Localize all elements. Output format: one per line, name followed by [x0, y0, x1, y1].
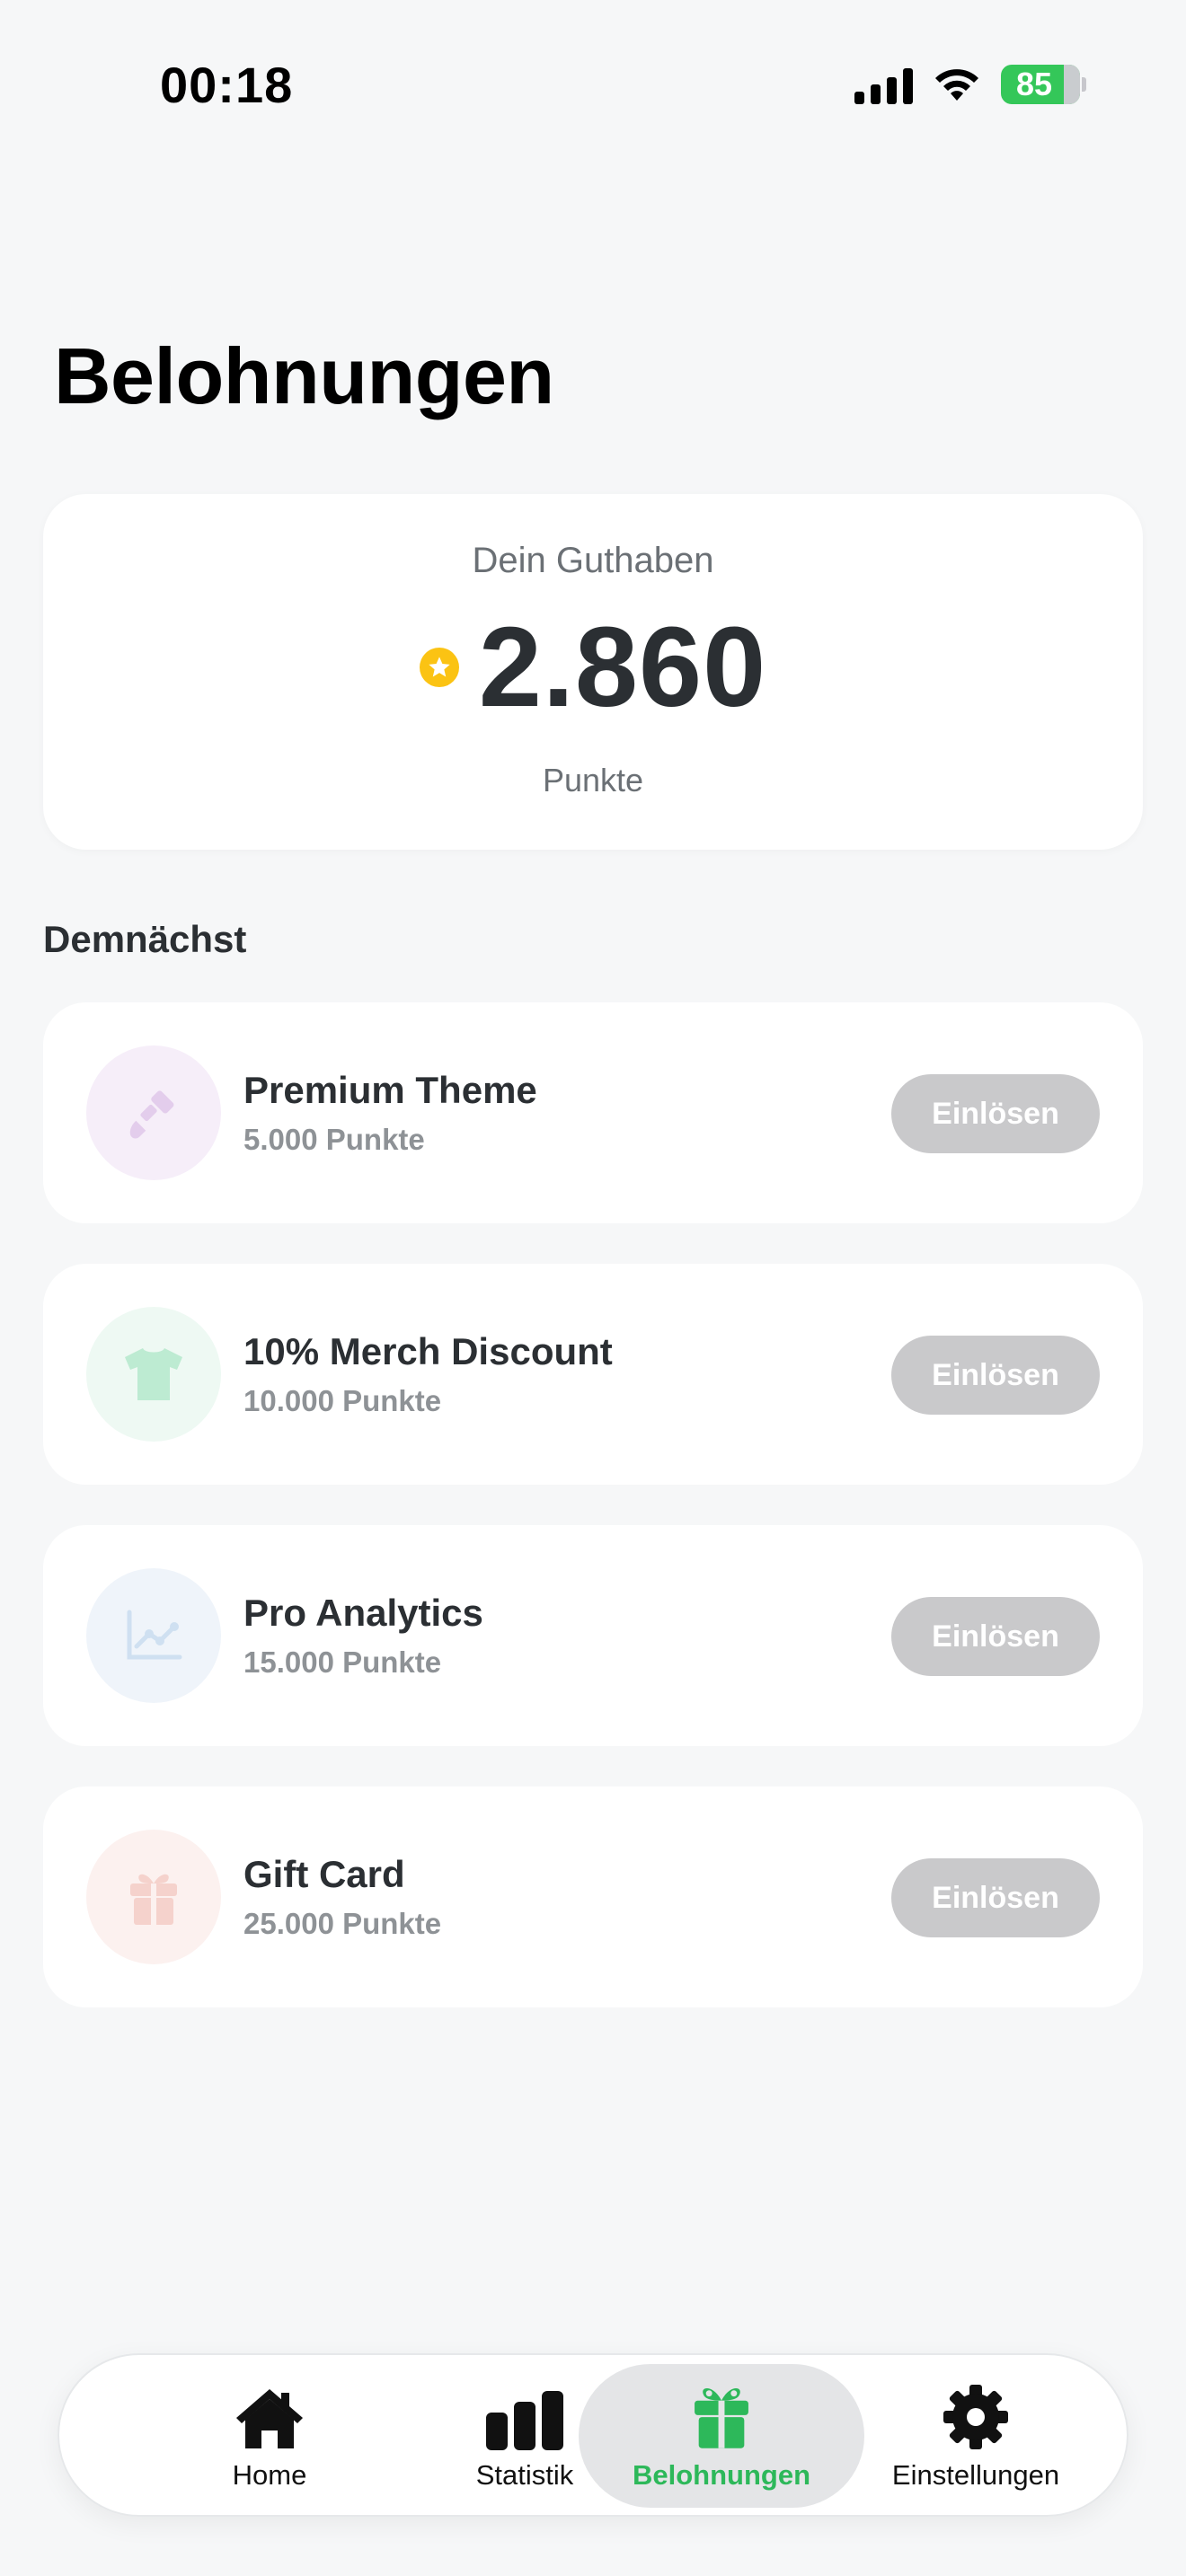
reward-cost: 10.000 Punkte — [243, 1384, 442, 1417]
wifi-icon — [935, 69, 978, 101]
gift-icon — [130, 1874, 177, 1925]
reward-icon-container — [86, 1830, 221, 1964]
reward-card-pro-analytics: Pro Analytics 15.000 Punkte Einlösen — [43, 1525, 1143, 1746]
tab-belohnungen[interactable]: Belohnungen — [587, 2364, 856, 2508]
rewards-screen: 00:18 85 Belohnungen Dein Guthaben 2.860 — [0, 0, 1186, 2576]
balance-value: 2.860 — [478, 604, 767, 730]
redeem-button[interactable]: Einlösen — [891, 1336, 1100, 1415]
reward-name: Premium Theme — [243, 1069, 537, 1111]
status-icons: 85 — [854, 65, 1086, 104]
reward-name: Gift Card — [243, 1853, 405, 1895]
line-chart-icon — [127, 1610, 182, 1660]
tab-label: Belohnungen — [632, 2459, 811, 2491]
status-time: 00:18 — [160, 57, 294, 113]
balance-card: Dein Guthaben 2.860 Punkte — [43, 494, 1143, 850]
bar-chart-icon — [486, 2391, 563, 2450]
reward-list: Premium Theme 5.000 Punkte Einlösen 10% … — [43, 1002, 1143, 2048]
tab-bar: Home Statistik Belohnungen Einstellungen — [58, 2353, 1128, 2517]
battery-charging-icon: 85 — [1001, 65, 1086, 104]
balance-row: 2.860 — [43, 611, 1143, 724]
star-coin-icon — [419, 648, 459, 687]
house-icon — [236, 2389, 303, 2448]
reward-icon-container — [86, 1307, 221, 1442]
status-bar: 00:18 85 — [0, 0, 1186, 171]
reward-cost: 25.000 Punkte — [243, 1907, 442, 1940]
paintbrush-icon — [129, 1090, 174, 1139]
reward-name: 10% Merch Discount — [243, 1330, 613, 1372]
tab-label: Einstellungen — [891, 2459, 1060, 2491]
redeem-button[interactable]: Einlösen — [891, 1074, 1100, 1153]
reward-cost: 5.000 Punkte — [243, 1123, 425, 1156]
tab-einstellungen[interactable]: Einstellungen — [841, 2364, 1111, 2508]
battery-percent: 85 — [1015, 66, 1053, 102]
tshirt-icon — [125, 1348, 182, 1400]
reward-cost: 15.000 Punkte — [243, 1645, 442, 1679]
gift-icon — [695, 2388, 748, 2448]
gear-icon — [943, 2385, 1008, 2449]
reward-card-gift-card: Gift Card 25.000 Punkte Einlösen — [43, 1786, 1143, 2007]
reward-card-merch-discount: 10% Merch Discount 10.000 Punkte Einlöse… — [43, 1264, 1143, 1485]
tab-label: Statistik — [475, 2459, 574, 2491]
balance-unit: Punkte — [542, 762, 644, 798]
tab-home[interactable]: Home — [135, 2364, 404, 2508]
redeem-button[interactable]: Einlösen — [891, 1858, 1100, 1937]
reward-card-premium-theme: Premium Theme 5.000 Punkte Einlösen — [43, 1002, 1143, 1223]
redeem-button[interactable]: Einlösen — [891, 1597, 1100, 1676]
signal-icon — [854, 65, 913, 104]
tab-label: Home — [232, 2459, 307, 2491]
reward-name: Pro Analytics — [243, 1592, 483, 1634]
page-title: Belohnungen — [54, 331, 554, 420]
section-title: Demnächst — [43, 918, 247, 960]
balance-label: Dein Guthaben — [472, 541, 714, 580]
reward-icon-container — [86, 1568, 221, 1703]
reward-icon-container — [86, 1045, 221, 1180]
